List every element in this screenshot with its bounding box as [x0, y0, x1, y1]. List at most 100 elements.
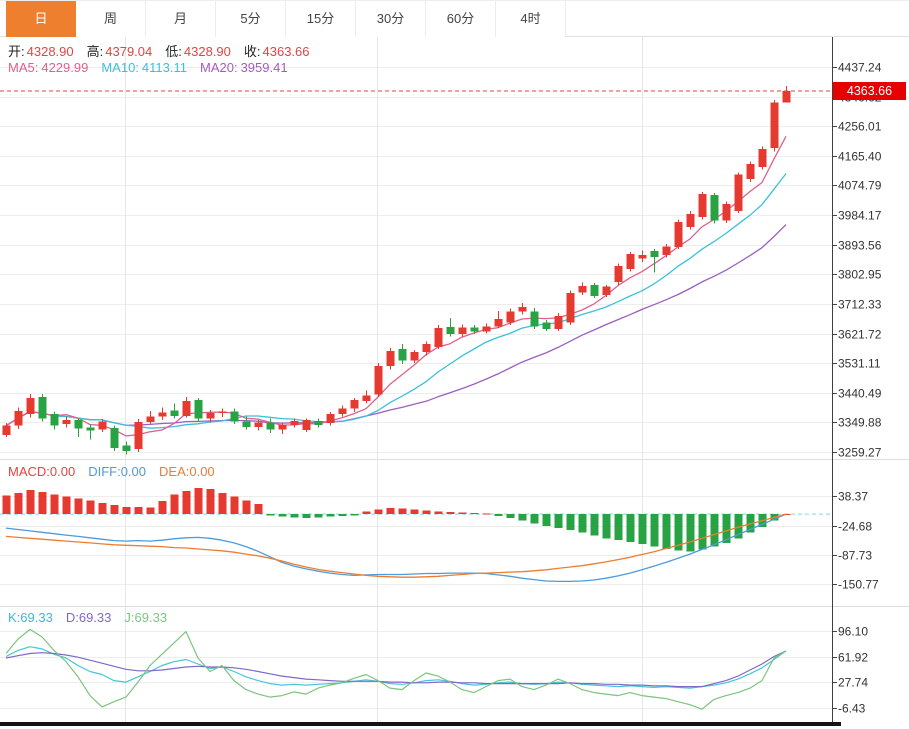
candle[interactable] [615, 264, 623, 286]
candle[interactable] [87, 424, 95, 439]
open-value: 4328.90 [27, 44, 74, 59]
macd-chart-canvas[interactable]: 38.37-24.68-87.73-150.77 [0, 459, 909, 606]
candle[interactable] [531, 308, 539, 329]
axis-tick-label: 3259.27 [838, 446, 882, 460]
axis-tick-label: 38.37 [838, 490, 868, 504]
candle[interactable] [555, 313, 563, 331]
candle[interactable] [231, 409, 239, 424]
candle[interactable] [159, 408, 167, 420]
ohlc-open: 开:4328.90 [8, 41, 74, 60]
ohlc-close: 收:4363.66 [244, 41, 310, 60]
ma20-legend: MA20:3959.41 [200, 60, 288, 75]
candle[interactable] [627, 252, 635, 272]
candle[interactable] [783, 86, 791, 102]
candle[interactable] [183, 397, 191, 418]
ma10-value: 4113.11 [142, 60, 187, 75]
low-value: 4328.90 [184, 44, 231, 59]
open-label: 开: [8, 44, 25, 59]
j-line [6, 629, 786, 709]
k-label: K: [8, 610, 20, 625]
candle[interactable] [339, 405, 347, 416]
diff-label: DIFF: [88, 464, 121, 479]
candle[interactable] [699, 192, 707, 220]
axis-tick-label: 61.92 [838, 651, 868, 665]
candle[interactable] [171, 403, 179, 418]
macd-histogram[interactable] [3, 488, 791, 551]
candle[interactable] [723, 201, 731, 223]
candle[interactable] [303, 418, 311, 432]
axis-tick-label: 27.74 [838, 676, 868, 690]
diff-value: 0.00 [121, 464, 146, 479]
candle[interactable] [351, 398, 359, 412]
macd-legend: MACD:0.00 [8, 464, 75, 479]
candle[interactable] [315, 418, 323, 427]
candle[interactable] [771, 100, 779, 152]
candle[interactable] [27, 394, 35, 418]
ma5-line [6, 136, 786, 436]
j-label: J: [124, 610, 134, 625]
candle[interactable] [135, 419, 143, 452]
candle[interactable] [483, 324, 491, 334]
candle[interactable] [495, 311, 503, 328]
candle[interactable] [63, 417, 71, 428]
candle[interactable] [435, 325, 443, 349]
candle[interactable] [507, 309, 515, 325]
axis-tick-label: 4256.01 [838, 120, 882, 134]
candle[interactable] [735, 172, 743, 213]
ohlc-high: 高:4379.04 [87, 41, 153, 60]
candle[interactable] [411, 350, 419, 363]
chart-stage: 4437.244346.624256.014165.404074.793984.… [0, 0, 909, 729]
bottom-axis-bar [0, 722, 841, 726]
candle[interactable] [195, 398, 203, 422]
candle[interactable] [675, 220, 683, 249]
candle[interactable] [639, 250, 647, 262]
ma-header: MA5:4229.99 MA10:4113.11 MA20:3959.41 [8, 60, 288, 75]
candle[interactable] [471, 325, 479, 334]
candle[interactable] [363, 390, 371, 403]
axis-tick-label: 3712.33 [838, 298, 882, 312]
high-value: 4379.04 [105, 44, 152, 59]
ma5-legend: MA5:4229.99 [8, 60, 88, 75]
high-label: 高: [87, 44, 104, 59]
axis-tick-label: 4074.79 [838, 179, 882, 193]
candle[interactable] [687, 211, 695, 229]
candle[interactable] [399, 344, 407, 364]
candle[interactable] [375, 363, 383, 397]
j-legend: J:69.33 [124, 610, 167, 625]
dea-label: DEA: [159, 464, 189, 479]
ma5-value: 4229.99 [41, 60, 88, 75]
candle[interactable] [759, 147, 767, 170]
price-chart-canvas[interactable]: 4437.244346.624256.014165.404074.793984.… [0, 37, 909, 459]
candle[interactable] [75, 418, 83, 437]
macd-header: MACD:0.00 DIFF:0.00 DEA: 0.00 [8, 464, 215, 479]
axis-tick-label: 4437.24 [838, 61, 882, 75]
candle[interactable] [51, 412, 59, 430]
ma10-label: MA10: [101, 60, 139, 75]
candle[interactable] [3, 423, 11, 437]
candle[interactable] [711, 193, 719, 224]
k-legend: K:69.33 [8, 610, 53, 625]
candle[interactable] [387, 348, 395, 370]
candle[interactable] [111, 426, 119, 451]
candle[interactable] [15, 408, 23, 429]
diff-legend: DIFF:0.00 [88, 464, 146, 479]
candle[interactable] [39, 394, 47, 422]
candle[interactable] [747, 162, 755, 182]
axis-tick-label: 3531.11 [838, 357, 881, 371]
close-label: 收: [244, 44, 261, 59]
candle[interactable] [447, 318, 455, 337]
candle[interactable] [603, 285, 611, 297]
ohlc-low: 低:4328.90 [165, 41, 231, 60]
axis-tick-label: -150.77 [838, 578, 879, 592]
candle[interactable] [579, 282, 587, 294]
axis-tick-label: 3349.88 [838, 416, 882, 430]
axis-tick-label: 4165.40 [838, 150, 882, 164]
candle[interactable] [327, 412, 335, 426]
axis-tick-label: -6.43 [838, 702, 866, 716]
candle[interactable] [591, 283, 599, 298]
candle[interactable] [147, 411, 155, 424]
candle[interactable] [543, 320, 551, 331]
candle[interactable] [267, 418, 275, 432]
candle[interactable] [219, 409, 227, 417]
candle[interactable] [567, 290, 575, 325]
